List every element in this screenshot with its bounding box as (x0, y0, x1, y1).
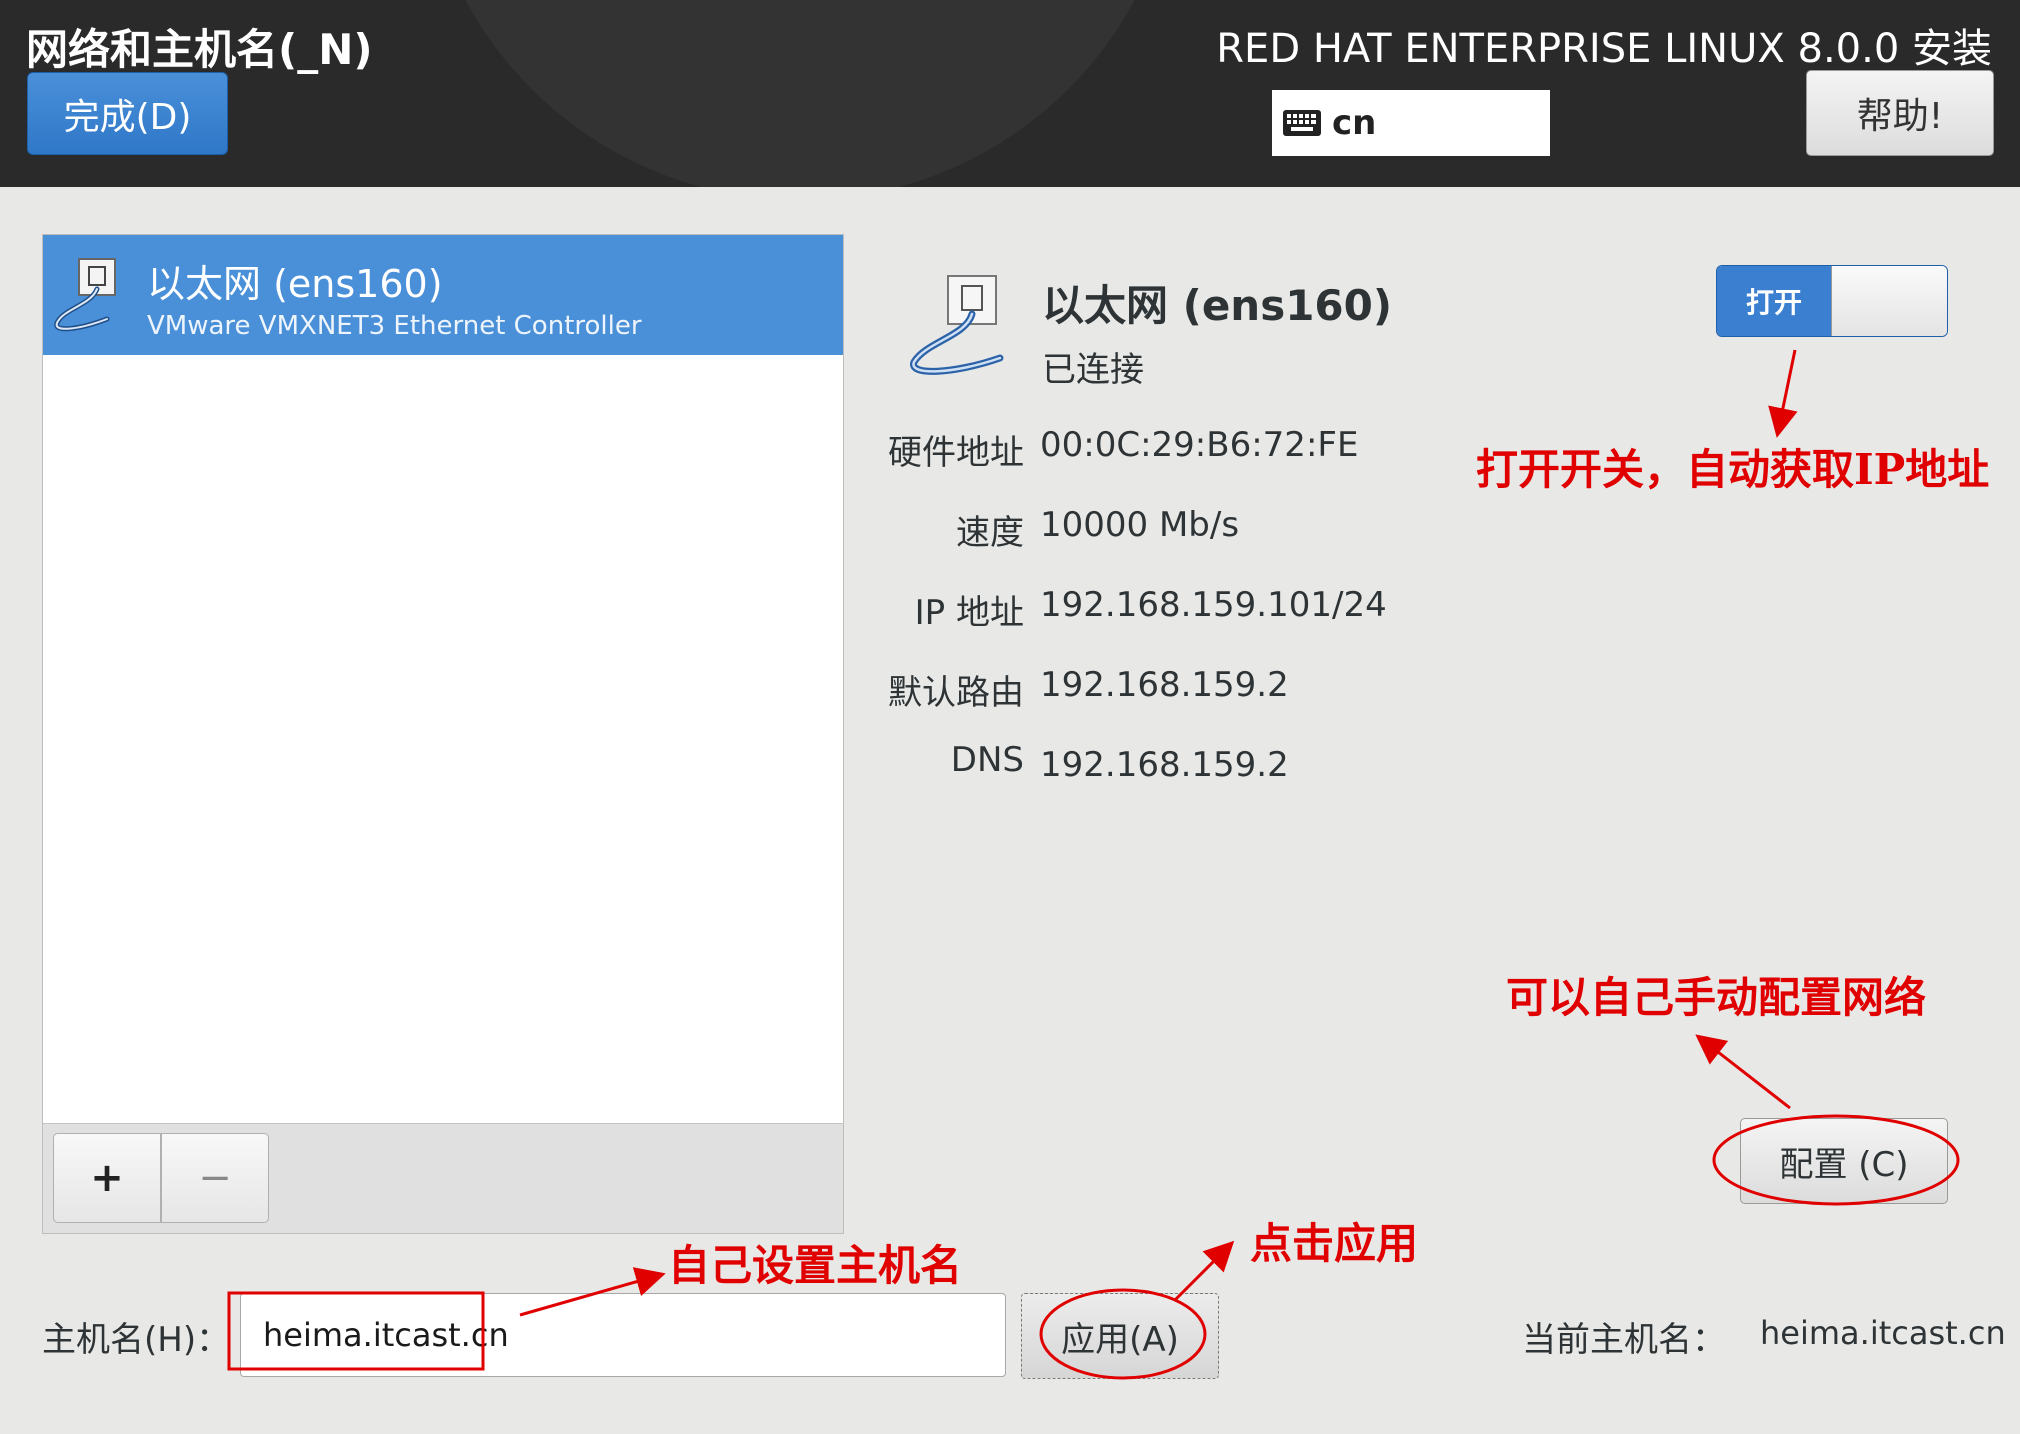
hardware-address-label: 硬件地址 (888, 433, 1024, 473)
configure-note: 可以自己手动配置网络 (1506, 973, 1927, 1022)
default-route-label: 默认路由 (888, 673, 1024, 713)
ip-address-value: 192.168.159.101/24 (1040, 585, 1387, 625)
toggle-arrow (1768, 349, 1798, 438)
toggle-note: 打开开关，自动获取IP地址 (1476, 445, 1990, 494)
speed-label: 速度 (956, 513, 1024, 553)
default-route-value: 192.168.159.2 (1040, 665, 1289, 705)
dns-label: DNS (950, 740, 1024, 780)
header-decoration (420, 0, 1180, 187)
apply-arrow (1173, 1240, 1235, 1302)
current-hostname-value: heima.itcast.cn (1760, 1314, 2006, 1352)
dns-value: 192.168.159.2 (1040, 745, 1289, 785)
ip-address-label: IP 地址 (914, 593, 1024, 633)
ethernet-large-icon (910, 275, 1004, 375)
help-button[interactable]: 帮助! (1806, 70, 1994, 156)
detail-device-name: 以太网 (ens160) (1042, 281, 1393, 330)
page-title: 网络和主机名(_N) (26, 25, 373, 74)
device-list-item[interactable]: 以太网 (ens160) VMware VMXNET3 Ethernet Con… (43, 235, 843, 355)
connection-toggle[interactable]: 打开 (1716, 265, 1948, 337)
hardware-address-value: 00:0C:29:B6:72:FE (1040, 425, 1359, 465)
keyboard-icon (1283, 110, 1321, 136)
toggle-knob[interactable] (1831, 266, 1947, 336)
connection-status: 已连接 (1042, 350, 1144, 390)
device-description: VMware VMXNET3 Ethernet Controller (147, 311, 642, 341)
done-button[interactable]: 完成(D) (27, 72, 228, 155)
keyboard-layout-indicator[interactable]: cn (1272, 90, 1550, 156)
keyboard-layout-value: cn (1332, 103, 1377, 143)
remove-device-button[interactable]: − (161, 1133, 269, 1223)
toggle-on-label: 打开 (1717, 266, 1831, 336)
hostname-label: 主机名(H)： (42, 1320, 231, 1360)
current-hostname-label: 当前主机名： (1522, 1320, 1726, 1360)
device-list (42, 234, 844, 1234)
product-title: RED HAT ENTERPRISE LINUX 8.0.0 安装 (1216, 26, 1992, 72)
ethernet-icon (54, 258, 116, 332)
device-name: 以太网 (ens160) (147, 262, 443, 306)
configure-button[interactable]: 配置 (C) (1740, 1118, 1948, 1204)
apply-note: 点击应用 (1250, 1219, 1419, 1268)
configure-arrow (1695, 1034, 1791, 1110)
add-device-button[interactable]: + (53, 1133, 161, 1223)
hostname-note: 自己设置主机名 (668, 1241, 963, 1290)
hostname-input[interactable] (240, 1293, 1006, 1377)
apply-button[interactable]: 应用(A) (1021, 1293, 1219, 1379)
speed-value: 10000 Mb/s (1040, 505, 1240, 545)
